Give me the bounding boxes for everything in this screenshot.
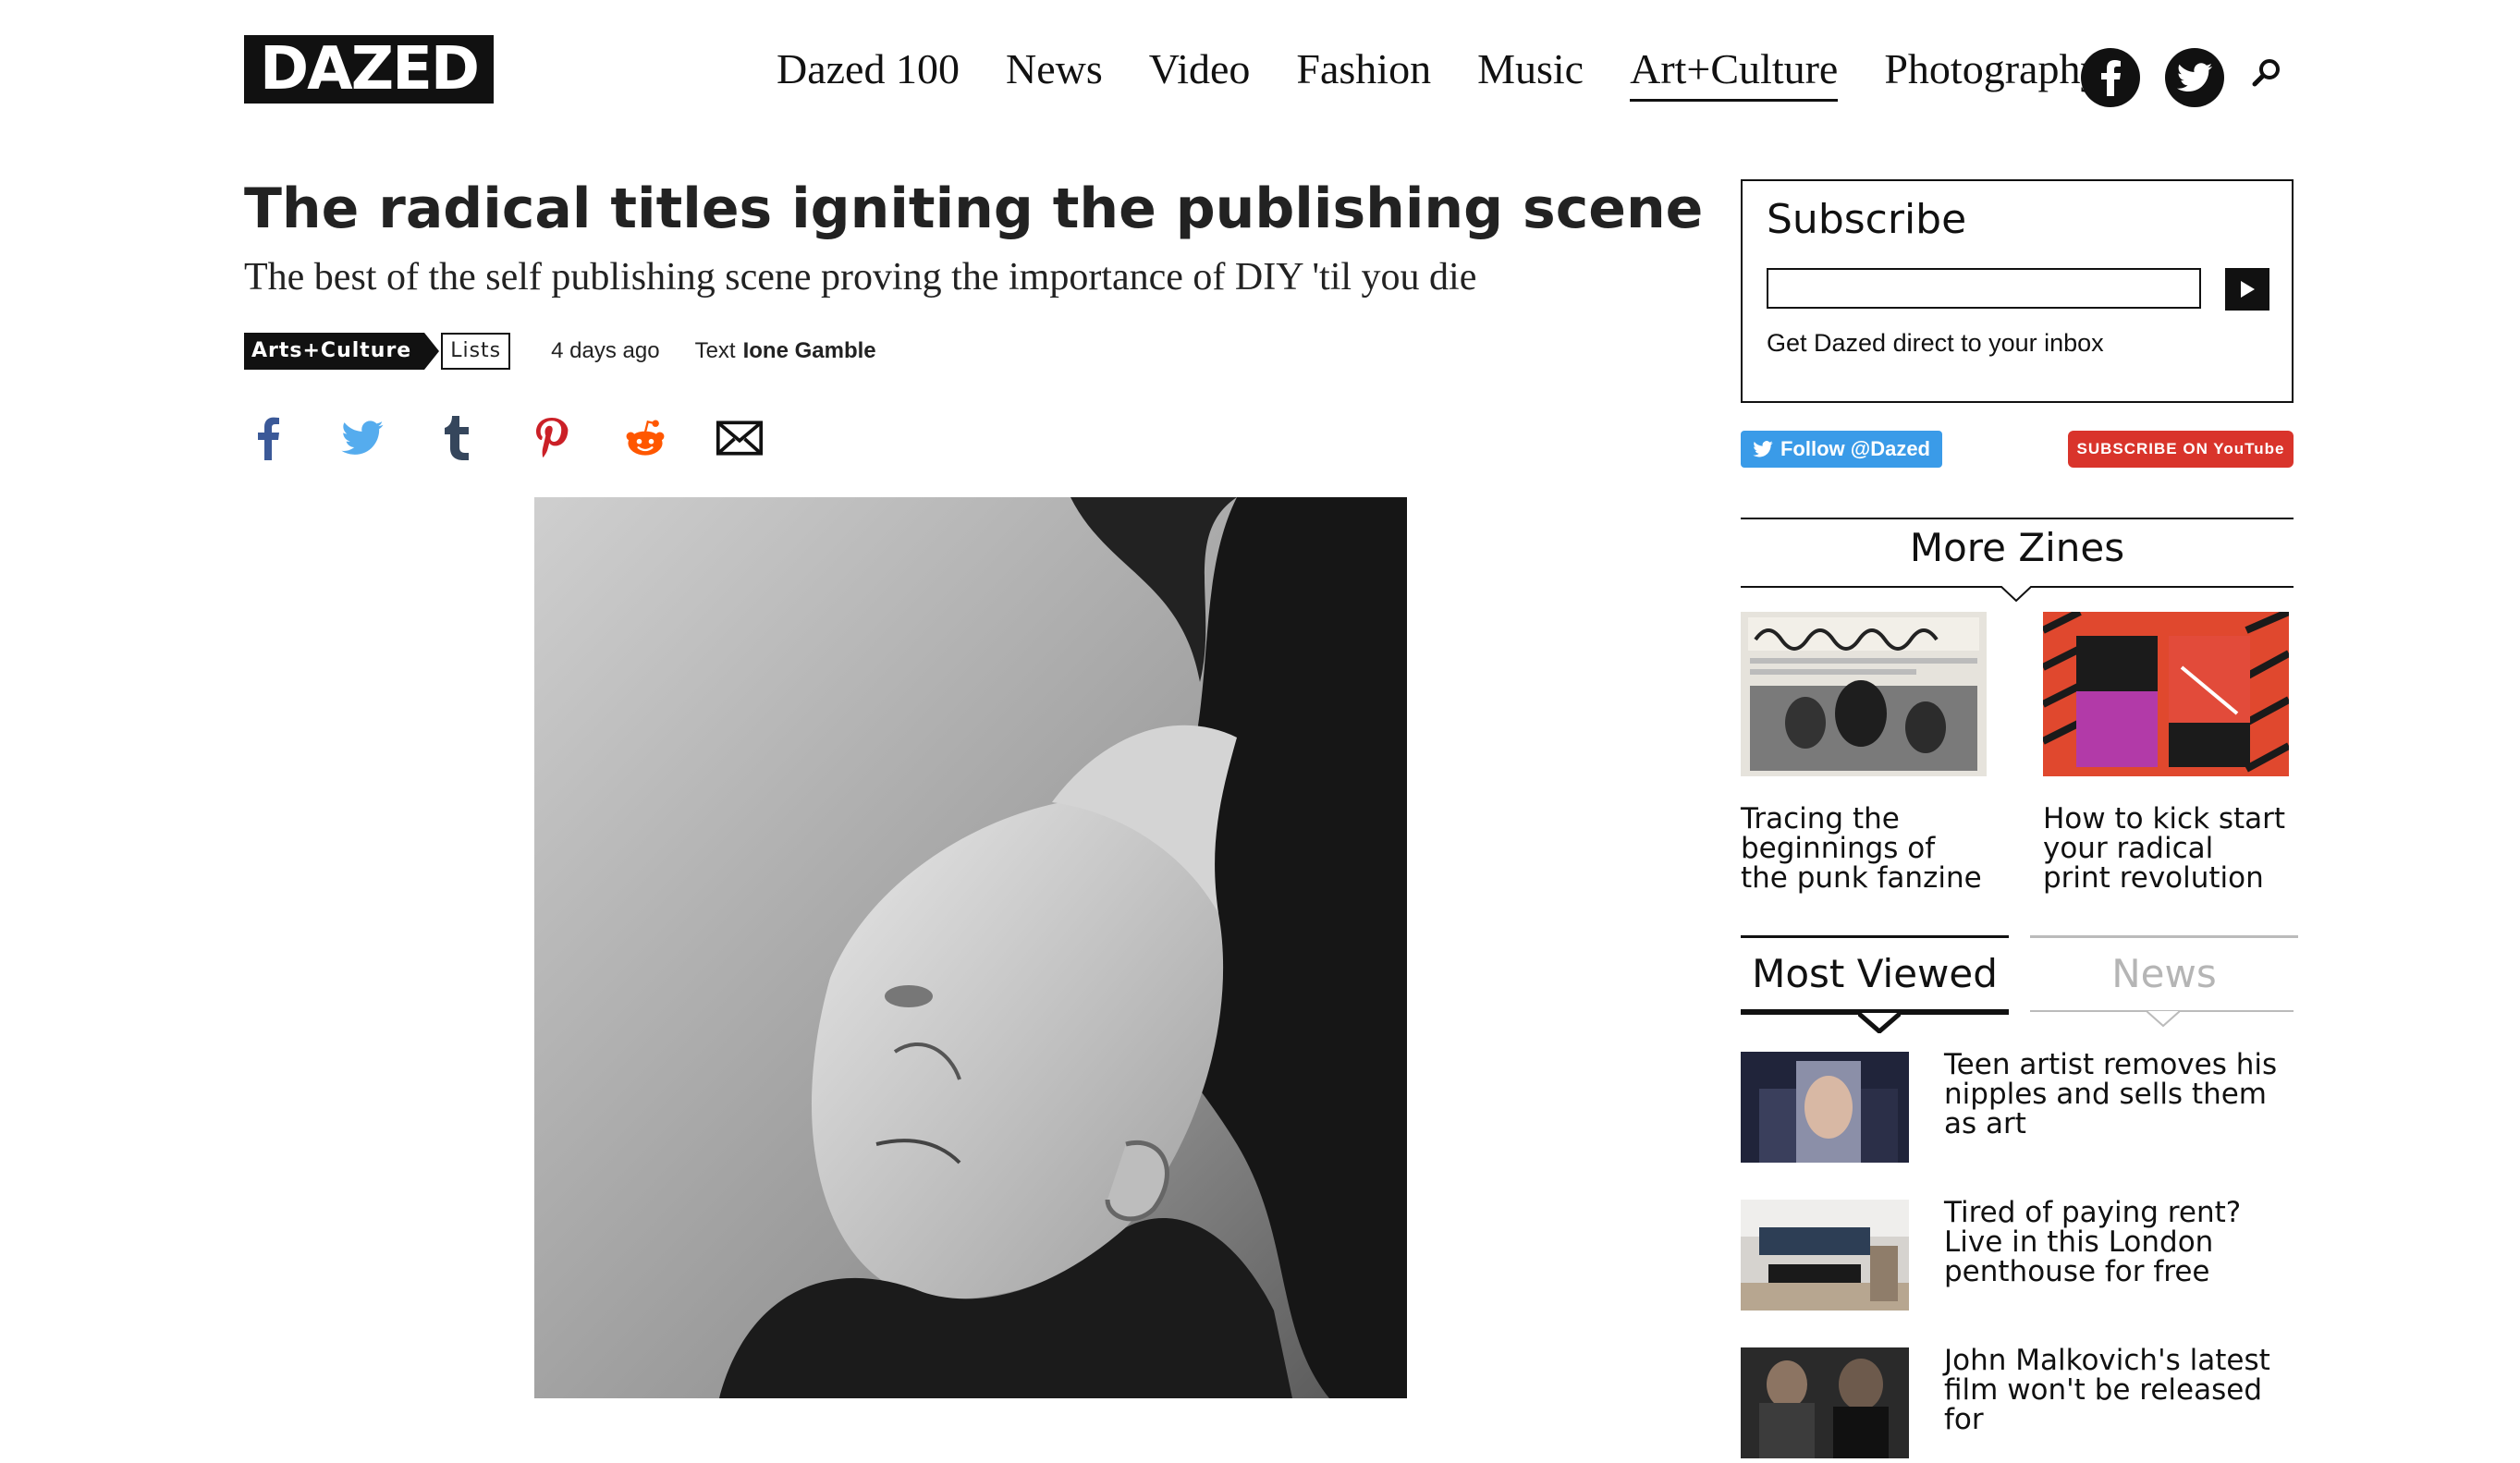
tab-pointer-icon — [1858, 1013, 1901, 1033]
subscribe-note: Get Dazed direct to your inbox — [1767, 329, 2104, 357]
twitter-icon[interactable] — [2165, 48, 2224, 107]
author-prefix: Text — [694, 338, 736, 363]
subscribe-box: Subscribe Get Dazed direct to your inbox — [1741, 179, 2294, 403]
youtube-subscribe-button[interactable]: SUBSCRIBE ON YouTube — [2068, 431, 2294, 468]
tab-news[interactable]: News — [2030, 935, 2298, 996]
story-title[interactable]: John Malkovich's latest film won't be re… — [1944, 1346, 2305, 1434]
list-item[interactable]: John Malkovich's latest film won't be re… — [1741, 1346, 2294, 1458]
follow-label: Follow @Dazed — [1780, 437, 1930, 460]
story-thumbnail[interactable] — [1741, 1347, 1909, 1458]
nav-music[interactable]: Music — [1477, 44, 1584, 99]
twitter-bird-icon — [1753, 441, 1773, 457]
nav-video[interactable]: Video — [1149, 44, 1251, 99]
nav-dazed-100[interactable]: Dazed 100 — [777, 44, 960, 99]
search-icon[interactable] — [2248, 55, 2285, 92]
subscribe-submit-button[interactable] — [2225, 268, 2269, 311]
more-zines-title: More Zines — [1909, 525, 2125, 570]
zine-thumbnail-punk[interactable] — [1741, 612, 1987, 776]
author-name[interactable]: Ione Gamble — [743, 338, 876, 364]
pointer-icon — [2000, 586, 2032, 603]
story-thumbnail[interactable] — [1741, 1052, 1909, 1163]
zine-thumbnail-radical-print[interactable] — [2041, 608, 2291, 776]
subscribe-title: Subscribe — [1767, 196, 1967, 243]
facebook-icon[interactable] — [2081, 48, 2140, 107]
tab-most-viewed[interactable]: Most Viewed — [1741, 935, 2009, 996]
story-title[interactable]: Teen artist removes his nipples and sell… — [1944, 1050, 2305, 1139]
subscribe-email-input[interactable] — [1767, 268, 2201, 309]
story-title[interactable]: Tired of paying rent? Live in this Londo… — [1944, 1198, 2305, 1286]
nav-news[interactable]: News — [1006, 44, 1103, 99]
twitter-share-icon[interactable] — [338, 414, 386, 462]
list-item[interactable]: Tired of paying rent? Live in this Londo… — [1741, 1198, 2294, 1311]
zine-title[interactable]: Tracing the beginnings of the punk fanzi… — [1741, 804, 1987, 893]
more-zines-top-rule — [1741, 518, 2294, 519]
hero-photo — [534, 497, 1407, 1398]
nav-photography[interactable]: Photography — [1884, 44, 2101, 99]
nav-art-culture[interactable]: Art+Culture — [1630, 44, 1839, 102]
share-bar — [244, 414, 764, 462]
email-share-icon[interactable] — [716, 414, 764, 462]
play-arrow-icon — [2241, 281, 2255, 298]
section-tag[interactable]: Arts+Culture — [244, 333, 440, 370]
list-item[interactable]: Teen artist removes his nipples and sell… — [1741, 1050, 2294, 1163]
reddit-share-icon[interactable] — [621, 414, 669, 462]
facebook-share-icon[interactable] — [244, 414, 292, 462]
nav-fashion[interactable]: Fashion — [1296, 44, 1431, 99]
tumblr-share-icon[interactable] — [433, 414, 481, 462]
dazed-logo[interactable]: DAZED — [244, 35, 494, 104]
pinterest-share-icon[interactable] — [527, 414, 575, 462]
article-title: The radical titles igniting the publishi… — [244, 177, 1704, 241]
follow-dazed-button[interactable]: Follow @Dazed — [1741, 431, 1942, 468]
main-nav: Dazed 100 News Video Fashion Music Art+C… — [777, 44, 2101, 109]
type-tag[interactable]: Lists — [441, 333, 511, 370]
zine-title[interactable]: How to kick start your radical print rev… — [2043, 804, 2289, 893]
zine-card[interactable]: Tracing the beginnings of the punk fanzi… — [1741, 612, 1987, 893]
zine-card[interactable]: How to kick start your radical print rev… — [2041, 608, 2291, 893]
story-thumbnail[interactable] — [1741, 1200, 1909, 1311]
article-meta: Arts+Culture Lists 4 days ago Text Ione … — [244, 333, 876, 370]
youtube-subscribe-label: SUBSCRIBE ON YouTube — [2076, 440, 2285, 457]
article-standfirst: The best of the self publishing scene pr… — [244, 256, 1477, 299]
tab-pointer-icon — [2147, 1011, 2180, 1028]
article-date: 4 days ago — [551, 338, 660, 363]
